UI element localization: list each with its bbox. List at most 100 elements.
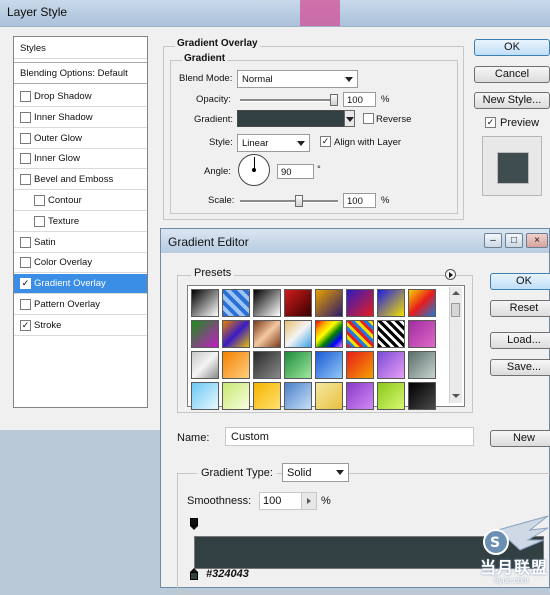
gradient-type-select[interactable]: Solid xyxy=(282,463,349,482)
preset-swatch[interactable] xyxy=(346,320,374,348)
preset-swatch[interactable] xyxy=(253,289,281,317)
gradient-picker-dropdown[interactable] xyxy=(344,110,355,127)
effect-item[interactable]: Color Overlay xyxy=(14,253,147,274)
presets-scrollbar[interactable] xyxy=(449,287,462,403)
preset-swatch[interactable] xyxy=(284,320,312,348)
preview-checkbox[interactable]: ✓ xyxy=(485,117,496,128)
ge-save-button[interactable]: Save... xyxy=(490,359,550,376)
smoothness-input[interactable]: 100 xyxy=(259,492,317,510)
effect-checkbox[interactable] xyxy=(20,174,31,186)
effect-checkbox[interactable]: ✓ xyxy=(20,278,31,290)
preset-swatch[interactable] xyxy=(284,351,312,379)
effect-checkbox[interactable] xyxy=(20,257,31,269)
effect-item[interactable]: Inner Glow xyxy=(14,149,147,170)
effect-item[interactable]: Texture xyxy=(14,212,147,232)
preset-swatch[interactable] xyxy=(346,289,374,317)
effect-checkbox[interactable] xyxy=(20,111,31,123)
preset-swatch[interactable] xyxy=(408,351,436,379)
preset-swatch[interactable] xyxy=(253,382,281,410)
scroll-down-icon[interactable] xyxy=(451,392,460,401)
ge-load-button[interactable]: Load... xyxy=(490,332,550,349)
effect-item[interactable]: Pattern Overlay xyxy=(14,295,147,315)
preset-swatch[interactable] xyxy=(408,382,436,410)
effect-item[interactable]: ✓ Gradient Overlay xyxy=(14,274,147,295)
preset-swatch[interactable] xyxy=(191,289,219,317)
preset-swatch[interactable] xyxy=(191,351,219,379)
effect-item[interactable]: Bevel and Emboss xyxy=(14,170,147,191)
opacity-slider[interactable] xyxy=(240,99,338,102)
effect-item[interactable]: Contour xyxy=(14,191,147,211)
effect-checkbox[interactable] xyxy=(34,215,45,227)
minimize-icon[interactable]: – xyxy=(484,233,502,248)
effect-item[interactable]: Inner Shadow xyxy=(14,108,147,128)
preset-swatch[interactable] xyxy=(315,320,343,348)
preset-swatch[interactable] xyxy=(253,320,281,348)
opacity-stop[interactable] xyxy=(190,518,198,530)
smoothness-stepper[interactable] xyxy=(301,493,316,509)
reverse-checkbox[interactable] xyxy=(363,113,374,124)
cancel-button[interactable]: Cancel xyxy=(474,66,550,83)
gradient-picker[interactable] xyxy=(237,110,355,127)
dialog-title: Layer Style xyxy=(7,5,68,19)
gradient-editor-titlebar[interactable]: Gradient Editor – □ × xyxy=(161,229,549,253)
preset-swatch[interactable] xyxy=(346,382,374,410)
effect-checkbox[interactable] xyxy=(34,195,45,206)
effect-checkbox[interactable]: ✓ xyxy=(20,319,31,331)
styles-list: Styles Blending Options: Default Drop Sh… xyxy=(13,36,148,408)
maximize-icon[interactable]: □ xyxy=(505,233,523,248)
scroll-thumb[interactable] xyxy=(451,303,460,317)
effect-item[interactable]: ✓ Stroke xyxy=(14,316,147,336)
color-stop[interactable] xyxy=(190,568,199,581)
preset-swatch[interactable] xyxy=(222,351,250,379)
preset-swatch[interactable] xyxy=(284,289,312,317)
preset-swatch[interactable] xyxy=(377,289,405,317)
scale-slider[interactable] xyxy=(240,200,338,203)
preset-swatch[interactable] xyxy=(253,351,281,379)
effect-item[interactable]: Satin xyxy=(14,233,147,253)
ge-ok-button[interactable]: OK xyxy=(490,273,550,290)
preset-swatch[interactable] xyxy=(377,382,405,410)
scale-slider-thumb[interactable] xyxy=(295,195,303,207)
preset-swatch[interactable] xyxy=(377,351,405,379)
preset-swatch[interactable] xyxy=(315,382,343,410)
preset-swatch[interactable] xyxy=(346,351,374,379)
preset-swatch[interactable] xyxy=(315,289,343,317)
layer-style-titlebar[interactable]: Layer Style xyxy=(0,0,550,26)
styles-header[interactable]: Styles xyxy=(14,37,147,59)
opacity-input[interactable]: 100 xyxy=(343,92,376,107)
name-input[interactable]: Custom xyxy=(225,427,474,446)
opacity-slider-thumb[interactable] xyxy=(330,94,338,106)
preset-swatch[interactable] xyxy=(408,320,436,348)
style-select[interactable]: Linear xyxy=(237,134,310,152)
ge-reset-button[interactable]: Reset xyxy=(490,300,550,317)
ok-button[interactable]: OK xyxy=(474,39,550,56)
effect-checkbox[interactable] xyxy=(20,153,31,165)
effect-checkbox[interactable] xyxy=(20,236,31,248)
effect-item[interactable]: Outer Glow xyxy=(14,129,147,149)
effect-checkbox[interactable] xyxy=(20,299,31,310)
new-style-button[interactable]: New Style... xyxy=(474,92,550,109)
preset-swatch[interactable] xyxy=(377,320,405,348)
angle-input[interactable]: 90 xyxy=(277,164,314,179)
ge-new-button[interactable]: New xyxy=(490,430,550,447)
presets-menu-icon[interactable] xyxy=(445,269,456,280)
angle-dial[interactable] xyxy=(238,154,270,186)
preset-swatch[interactable] xyxy=(222,289,250,317)
effect-checkbox[interactable] xyxy=(20,91,31,102)
scroll-up-icon[interactable] xyxy=(451,289,460,298)
close-icon[interactable]: × xyxy=(526,233,548,248)
preset-swatch[interactable] xyxy=(408,289,436,317)
preset-swatch[interactable] xyxy=(315,351,343,379)
scale-input[interactable]: 100 xyxy=(343,193,376,208)
preset-swatch[interactable] xyxy=(191,382,219,410)
preset-swatch[interactable] xyxy=(284,382,312,410)
effect-checkbox[interactable] xyxy=(20,132,31,144)
blending-options-item[interactable]: Blending Options: Default xyxy=(14,62,147,84)
align-with-layer-checkbox[interactable]: ✓ xyxy=(320,136,331,147)
effect-label: Inner Shadow xyxy=(34,111,93,123)
effect-item[interactable]: Drop Shadow xyxy=(14,87,147,107)
preset-swatch[interactable] xyxy=(222,382,250,410)
preset-swatch[interactable] xyxy=(222,320,250,348)
preset-swatch[interactable] xyxy=(191,320,219,348)
blend-mode-select[interactable]: Normal xyxy=(237,70,358,88)
